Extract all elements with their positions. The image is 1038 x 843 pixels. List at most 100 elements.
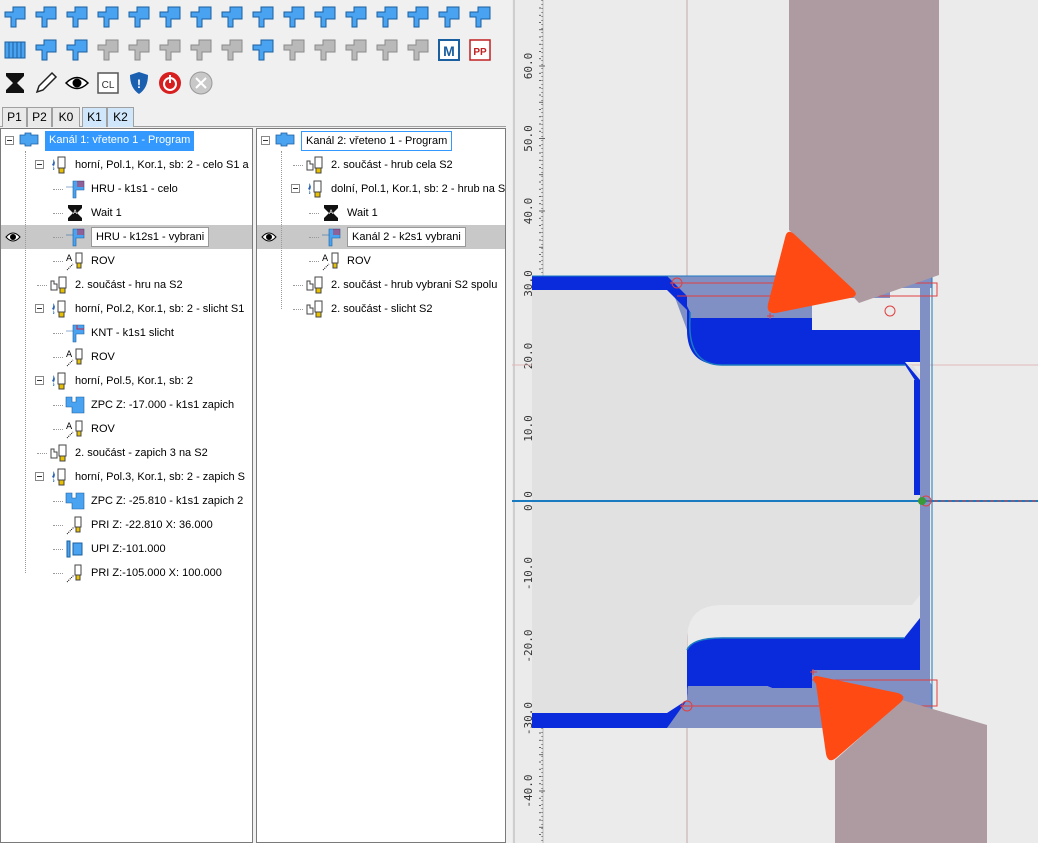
turn-contour-button[interactable]: [250, 4, 276, 30]
tab-k1[interactable]: K1: [82, 107, 107, 127]
tree-connector: [309, 237, 319, 238]
tree-row[interactable]: A Wait 1: [257, 201, 505, 225]
eye-icon[interactable]: [5, 231, 21, 243]
collapse-toggle-icon[interactable]: [291, 184, 300, 193]
tree-row[interactable]: ZPC Z: -25.810 - k1s1 zapich 2: [1, 489, 252, 513]
tree-row[interactable]: A ROV: [257, 249, 505, 273]
tree-row[interactable]: horní, Pol.1, Kor.1, sb: 2 - celo S1 a: [1, 153, 252, 177]
tool-right-button[interactable]: [374, 4, 400, 30]
tree-row[interactable]: A ROV: [1, 417, 252, 441]
panel-button[interactable]: [95, 37, 121, 63]
hourglass-button[interactable]: [2, 70, 28, 96]
tab-p2[interactable]: P2: [27, 107, 52, 127]
copy-button[interactable]: [312, 37, 338, 63]
linear-icon: [65, 515, 85, 535]
tree-row[interactable]: 2. součást - hrub vybrani S2 spolu: [257, 273, 505, 297]
tree-row[interactable]: dolní, Pol.1, Kor.1, sb: 2 - hrub na S: [257, 177, 505, 201]
step-button[interactable]: [343, 4, 369, 30]
channel-2-program-tree[interactable]: Kanál 2: vřeteno 1 - Program 2. součást -…: [256, 128, 506, 843]
groove-button[interactable]: [312, 4, 338, 30]
wave-button[interactable]: [157, 4, 183, 30]
tree-row[interactable]: PRI Z: -22.810 X: 36.000: [1, 513, 252, 537]
m-code-button[interactable]: M: [436, 37, 462, 63]
collapse-toggle-icon[interactable]: [261, 136, 270, 145]
clamp-icon: [65, 539, 85, 559]
undo-button[interactable]: [467, 4, 493, 30]
insert-button[interactable]: [126, 4, 152, 30]
tree-row[interactable]: 2. součást - slicht S2: [257, 297, 505, 321]
svg-text:A: A: [66, 254, 73, 264]
tree-row[interactable]: HRU - k12s1 - vybrani: [1, 225, 252, 249]
channel-1-program-tree[interactable]: Kanál 1: vřeteno 1 - Program horní, Pol.1…: [0, 128, 253, 843]
power-icon: [159, 72, 181, 94]
collapse-toggle-icon[interactable]: [35, 472, 44, 481]
tree-row[interactable]: 2. součást - zapich 3 na S2: [1, 441, 252, 465]
svg-text:A: A: [66, 350, 73, 360]
tab-k0[interactable]: K0: [52, 107, 80, 127]
spiral-button[interactable]: [219, 37, 245, 63]
thread-button[interactable]: [2, 37, 28, 63]
tree-row[interactable]: KNT - k1s1 slicht: [1, 321, 252, 345]
dotted-arrow-button[interactable]: [64, 37, 90, 63]
transfer-button[interactable]: [374, 37, 400, 63]
tree-row[interactable]: PRI Z:-105.000 X: 100.000: [1, 561, 252, 585]
cl-button[interactable]: CL: [95, 70, 121, 96]
panel3-button[interactable]: [157, 37, 183, 63]
tree-row[interactable]: ZPC Z: -17.000 - k1s1 zapich: [1, 393, 252, 417]
polyline-button[interactable]: [33, 37, 59, 63]
tree-row[interactable]: 2. součást - hru na S2: [1, 273, 252, 297]
panel2-button[interactable]: [126, 37, 152, 63]
shield-button[interactable]: !: [126, 70, 152, 96]
tree-row[interactable]: UPI Z:-101.000: [1, 537, 252, 561]
tree-row[interactable]: A ROV: [1, 345, 252, 369]
drill-grid-icon: [283, 39, 305, 61]
tab-k2[interactable]: K2: [107, 107, 134, 127]
tree-row[interactable]: HRU - k1s1 - celo: [1, 177, 252, 201]
program-button[interactable]: [2, 4, 28, 30]
tree-row[interactable]: horní, Pol.3, Kor.1, sb: 2 - zapich S: [1, 465, 252, 489]
collapse-toggle-icon[interactable]: [35, 160, 44, 169]
spindle-button[interactable]: [33, 4, 59, 30]
tree-row[interactable]: A ROV: [1, 249, 252, 273]
axes-button[interactable]: [64, 4, 90, 30]
tab-p1[interactable]: P1: [2, 107, 27, 127]
collapse-toggle-icon[interactable]: [35, 304, 44, 313]
tree-connector: [53, 525, 63, 526]
roughing-icon: [65, 227, 85, 247]
panel4-button[interactable]: [188, 37, 214, 63]
eye-icon[interactable]: [261, 231, 277, 243]
tree-row[interactable]: horní, Pol.5, Kor.1, sb: 2: [1, 369, 252, 393]
simulation-view[interactable]: 60.0 50.0 40.0 30.0 20.0 10.0 0.0 -10.0 -20.0 -30…: [512, 0, 1038, 843]
tree-item-label: 2. součást - hrub cela S2: [331, 159, 453, 171]
power-button[interactable]: [157, 70, 183, 96]
bar-button[interactable]: [436, 4, 462, 30]
copy2-icon: [345, 39, 367, 61]
drill-grid-button[interactable]: [281, 37, 307, 63]
collapse-toggle-icon[interactable]: [5, 136, 14, 145]
tree-connector: [25, 151, 26, 573]
ruler-label: 60.0: [522, 53, 535, 80]
keypad-button[interactable]: [405, 37, 431, 63]
tree-item-label: ROV: [347, 255, 371, 267]
cancel-button[interactable]: [188, 70, 214, 96]
cycle-button[interactable]: [188, 4, 214, 30]
tree-row[interactable]: Kanál 1: vřeteno 1 - Program: [1, 129, 252, 153]
eye-button[interactable]: [64, 70, 90, 96]
matrix-button[interactable]: [250, 37, 276, 63]
axes-icon: [66, 6, 88, 28]
tree-row[interactable]: A Wait 1: [1, 201, 252, 225]
tree-row[interactable]: Kanál 2: vřeteno 1 - Program: [257, 129, 505, 153]
rotate-button[interactable]: [95, 4, 121, 30]
shaft-button[interactable]: [405, 4, 431, 30]
hourglass-icon: [6, 73, 24, 93]
copy2-button[interactable]: [343, 37, 369, 63]
collapse-toggle-icon[interactable]: [35, 376, 44, 385]
list-button[interactable]: [219, 4, 245, 30]
tree-row[interactable]: Kanál 2 - k2s1 vybrani: [257, 225, 505, 249]
flag-button[interactable]: [281, 4, 307, 30]
tree-row[interactable]: horní, Pol.2, Kor.1, sb: 2 - slicht S1: [1, 297, 252, 321]
part-icon: [305, 275, 325, 295]
pencil-button[interactable]: [33, 70, 59, 96]
tree-row[interactable]: 2. součást - hrub cela S2: [257, 153, 505, 177]
pp-button[interactable]: PP: [467, 37, 493, 63]
